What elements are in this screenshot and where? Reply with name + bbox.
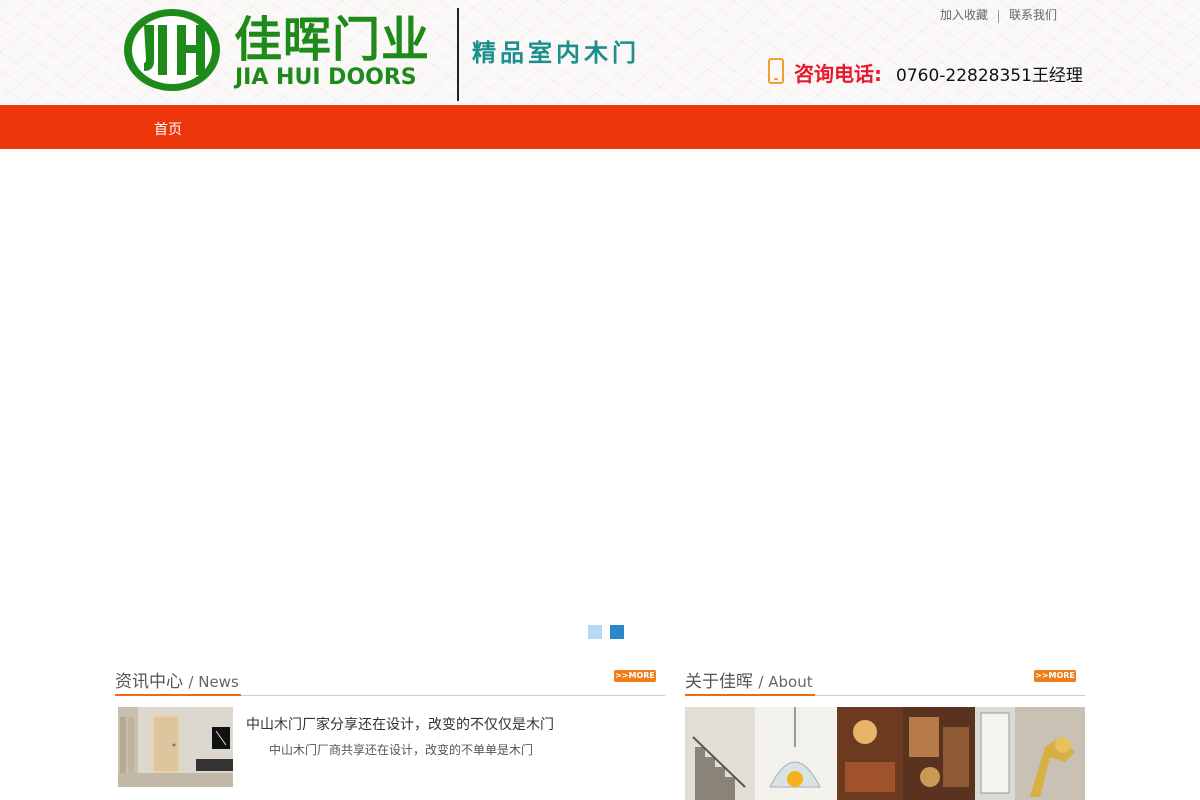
news-title-cn: 资讯中心 [115,672,183,692]
logo-english-name[interactable]: JIA HUI DOORS [235,66,417,90]
top-links-separator [998,10,1000,23]
phone-number: 0760-22828351王经理 [896,66,1083,86]
about-section-title: 关于佳晖 / About [685,667,815,696]
about-section-header: 关于佳晖 / About >>MORE [685,664,1085,696]
news-item-title[interactable]: 中山木门厂家分享还在设计，改变的不仅仅是木门 [246,714,554,734]
logo-divider [457,8,459,101]
news-item-description: 中山木门厂商共享还在设计，改变的不单单是木门 [269,743,534,757]
mobile-phone-icon [768,58,784,84]
add-favorite-link[interactable]: 加入收藏 [940,8,988,22]
news-section-title: 资讯中心 / News [115,667,241,696]
banner-slider [0,149,1200,649]
site-header: 佳晖门业 JIA HUI DOORS 精品室内木门 加入收藏 联系我们 咨询电话:… [0,0,1200,104]
news-title-en: / News [188,673,239,691]
about-title-cn: 关于佳晖 [685,672,753,692]
phone-label: 咨询电话: [794,62,882,86]
news-more-button[interactable]: >>MORE [614,670,656,682]
about-image[interactable] [685,707,1085,800]
news-section-header: 资讯中心 / News >>MORE [115,664,665,696]
slider-dot-2[interactable] [610,625,624,639]
contact-us-link[interactable]: 联系我们 [1009,8,1057,22]
news-thumbnail[interactable] [118,707,233,787]
about-title-en: / About [758,673,813,691]
top-links: 加入收藏 联系我们 [940,6,1057,23]
about-more-button[interactable]: >>MORE [1034,670,1076,682]
logo-chinese-name[interactable]: 佳晖门业 [234,14,430,66]
logo-emblem-icon[interactable] [122,7,222,93]
slogan: 精品室内木门 [472,38,640,67]
nav-item-home[interactable]: 首页 [154,119,182,139]
main-nav: 首页 [0,105,1200,149]
about-collage-image [685,707,1085,800]
slider-dot-1[interactable] [588,625,602,639]
news-thumbnail-image [118,707,233,787]
